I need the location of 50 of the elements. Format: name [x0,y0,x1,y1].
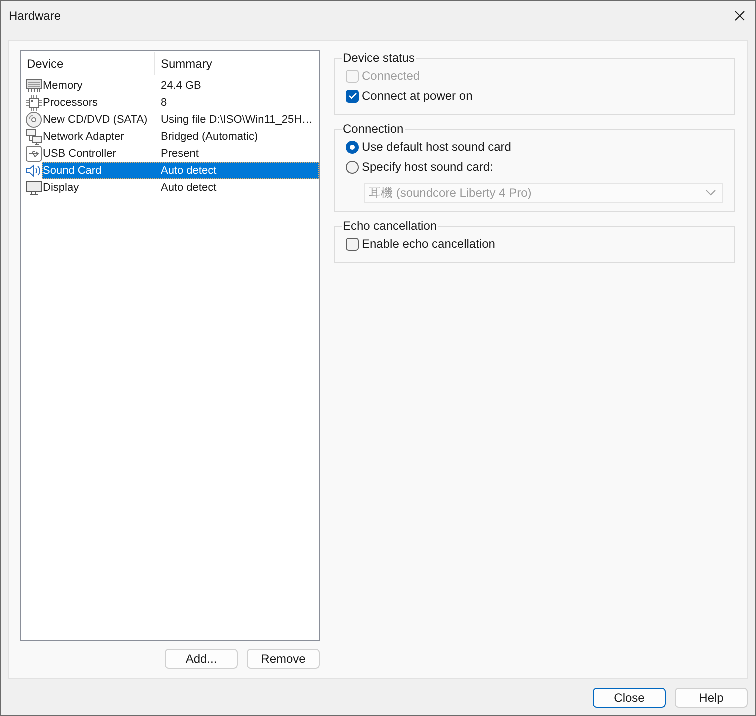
device-summary: 24.4 GB [160,80,202,92]
list-button[interactable]: Add... [165,649,238,669]
device-summary: Present [160,148,200,160]
close-icon[interactable] [735,11,745,21]
dialog-button[interactable]: Close [593,688,666,708]
device-row[interactable]: USB Controller Present [42,145,319,162]
chip-icon [26,94,42,110]
device-row[interactable]: Processors 8 [42,94,319,111]
checkbox[interactable] [346,90,359,102]
disc-icon [26,112,42,128]
device-summary: 8 [160,96,168,108]
radio-button[interactable] [346,140,359,154]
device-row[interactable]: New CD/DVD (SATA) Using file D:\ISO\Win11_25H… [42,111,319,128]
option-label: Specify host sound card: [362,160,494,174]
device-row[interactable]: Display Auto detect [42,179,319,196]
device-row[interactable]: Sound Card Auto detect [42,162,319,179]
monitor-icon [26,180,42,196]
memory-module-icon [26,78,42,94]
device-row[interactable]: Network Adapter Bridged (Automatic) [42,128,319,145]
device-name: USB Controller [42,148,118,160]
device-row[interactable]: Memory 24.4 GB [42,77,319,94]
device-name: New CD/DVD (SATA) [42,114,149,126]
device-name: Network Adapter [42,130,126,142]
device-name: Sound Card [42,164,103,176]
group-title: Connection [342,121,405,137]
speaker-icon [26,162,42,178]
checkbox[interactable] [346,238,359,250]
device-name: Memory [42,80,84,92]
window-title: Hardware [9,9,62,23]
option-label: Connect at power on [362,89,473,103]
column-header[interactable]: Device [21,52,155,75]
column-header[interactable]: Summary [155,52,319,75]
option-label: Connected [362,69,420,83]
network-icon [26,128,42,144]
checkmark-icon [348,93,356,99]
device-name: Processors [42,96,100,108]
usb-icon [26,146,42,162]
dialog-button[interactable]: Help [675,688,748,708]
device-summary: Auto detect [160,182,218,194]
option-label: Enable echo cancellation [362,237,496,251]
list-button[interactable]: Remove [247,649,320,669]
device-name: Display [42,182,80,194]
device-summary: Using file D:\ISO\Win11_25H… [160,114,314,126]
option-label: Use default host sound card [362,140,512,154]
caret-icon [706,190,716,196]
radio-button[interactable] [346,160,359,174]
group-title: Echo cancellation [342,218,438,234]
group-title: Device status [342,50,416,66]
device-summary: Auto detect [160,164,218,176]
device-summary: Bridged (Automatic) [160,130,260,142]
